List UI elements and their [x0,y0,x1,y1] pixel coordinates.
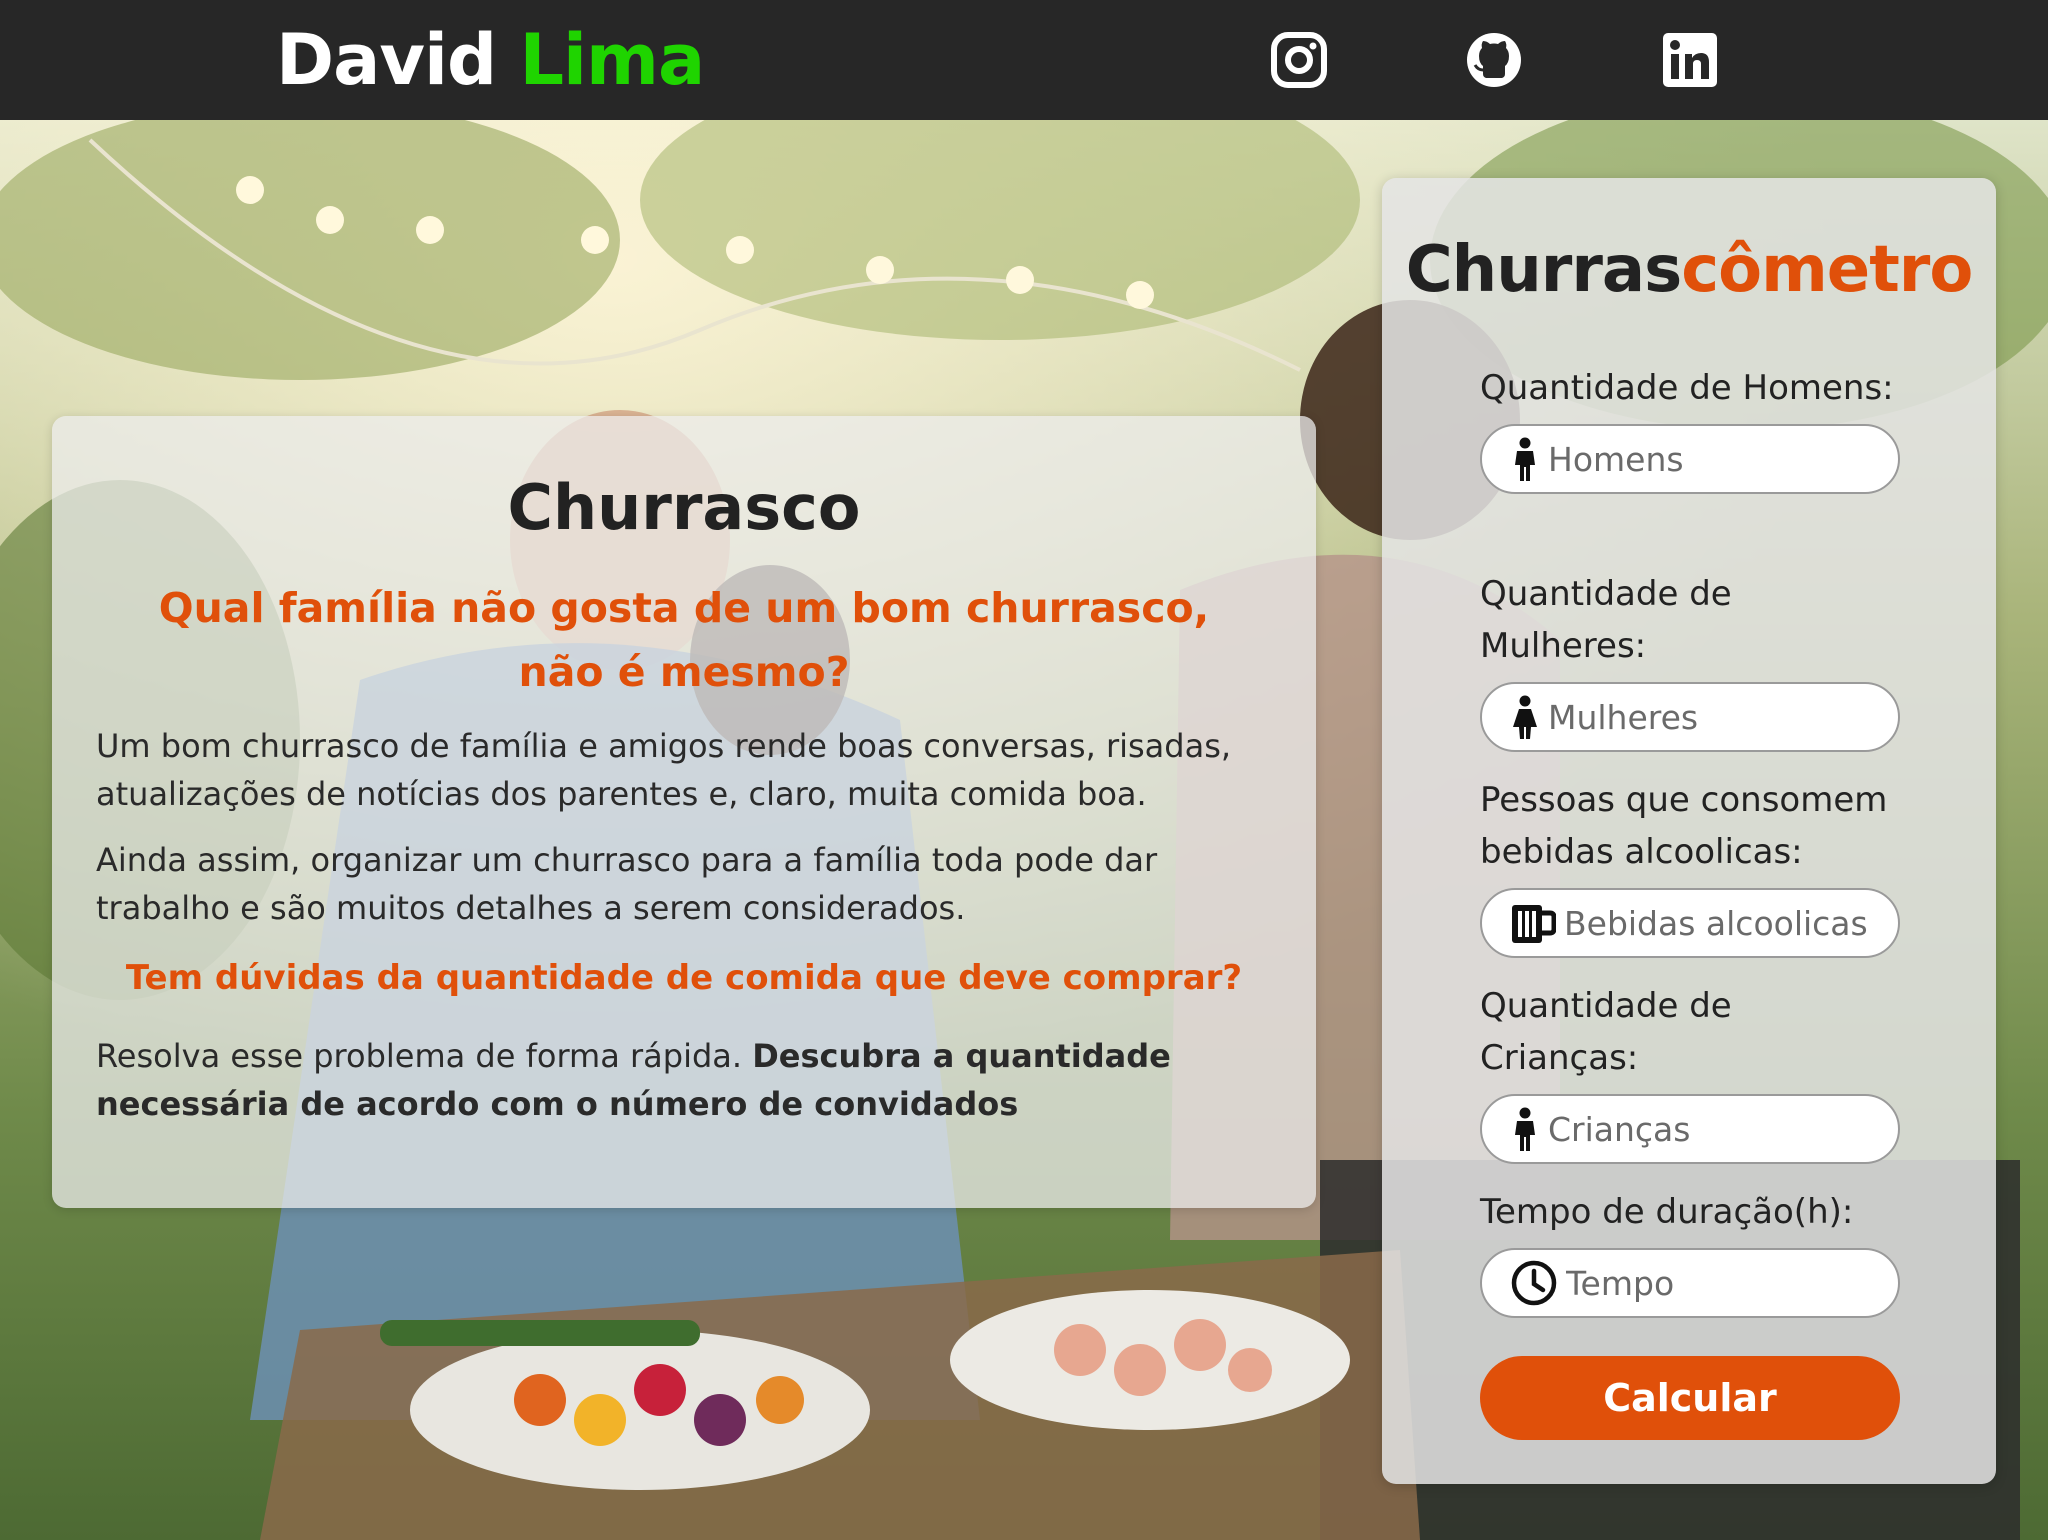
calculator-title-accent: cômetro [1681,233,1973,307]
duration-input-wrapper[interactable] [1480,1248,1900,1318]
men-input[interactable] [1548,439,1868,479]
child-icon [1515,1107,1535,1151]
alcohol-input[interactable] [1564,903,1884,943]
field-duration: Tempo de duração(h): [1480,1186,1900,1318]
intro-paragraph-1: Um bom churrasco de família e amigos ren… [96,727,1232,813]
intro-title: Churrasco [507,471,861,544]
duration-label: Tempo de duração(h): [1480,1192,1854,1232]
women-label: Quantidade de Mulheres: [1480,574,1732,666]
linkedin-link[interactable] [1658,28,1722,92]
instagram-icon [1271,32,1327,88]
calculator-card: Churrascômetro Quantidade de Homens: Qua… [1382,178,1996,1484]
women-input[interactable] [1548,697,1868,737]
intro-question: Tem dúvidas da quantidade de comida que … [125,958,1243,998]
brand-last-name: Lima [519,19,705,101]
intro-subtitle: Qual família não gosta de um bom churras… [158,584,1210,696]
field-children: Quantidade de Crianças: [1480,980,1900,1164]
intro-paragraph-2: Ainda assim, organizar um churrasco para… [96,841,1158,927]
children-input-wrapper[interactable] [1480,1094,1900,1164]
intro-call-to-action: Resolva esse problema de forma rápida. D… [96,1032,1272,1128]
top-navbar: David Lima [0,0,2048,120]
github-icon [1467,33,1521,87]
instagram-link[interactable] [1267,28,1331,92]
brand-first-name: David [276,19,497,101]
clock-icon [1511,1260,1557,1306]
alcohol-label: Pessoas que consomem bebidas alcoolicas: [1480,780,1888,872]
calculator-title-first: Churras [1405,233,1682,307]
female-person-icon [1513,695,1537,739]
field-alcohol: Pessoas que consomem bebidas alcoolicas: [1480,774,1900,958]
men-input-wrapper[interactable] [1480,424,1900,494]
children-input[interactable] [1548,1109,1868,1149]
brand-logo[interactable]: David Lima [276,16,705,104]
calculate-button[interactable]: Calcular [1480,1356,1900,1440]
github-link[interactable] [1462,28,1526,92]
children-label: Quantidade de Crianças: [1480,986,1732,1078]
field-men: Quantidade de Homens: [1480,362,1900,494]
linkedin-icon [1663,33,1717,87]
field-women: Quantidade de Mulheres: [1480,568,1900,752]
male-person-icon [1515,437,1535,481]
beer-mug-icon [1512,905,1556,943]
men-label: Quantidade de Homens: [1480,368,1894,408]
intro-card: Churrasco Qual família não gosta de um b… [52,416,1316,1208]
cta-plain-text: Resolva esse problema de forma rápida. [96,1037,753,1075]
duration-input[interactable] [1566,1263,1886,1303]
women-input-wrapper[interactable] [1480,682,1900,752]
alcohol-input-wrapper[interactable] [1480,888,1900,958]
calculator-title: Churrascômetro [1382,230,1996,310]
